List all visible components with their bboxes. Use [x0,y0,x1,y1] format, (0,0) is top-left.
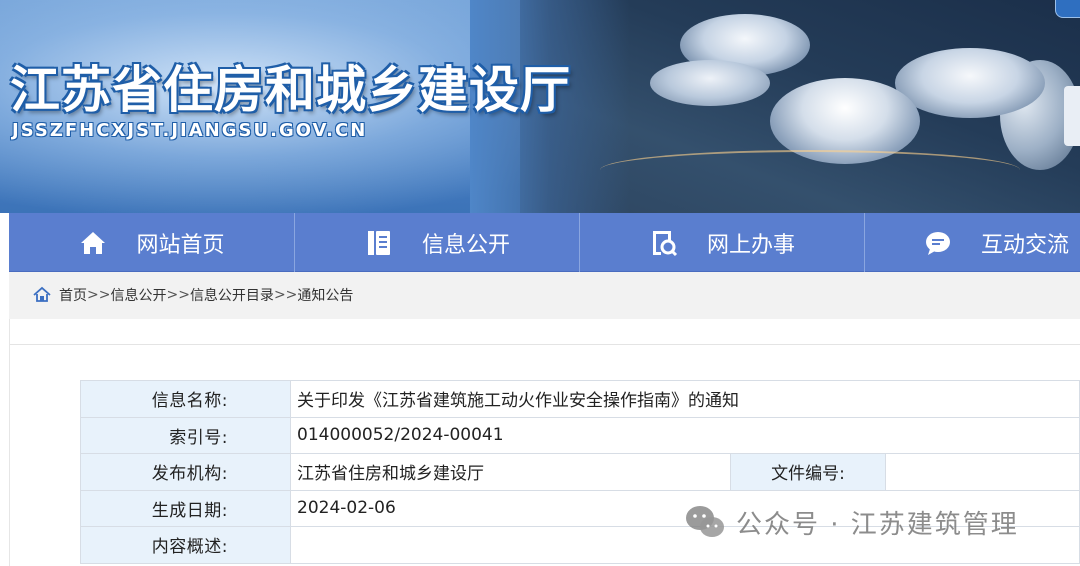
info-name-label: 信息名称: [80,380,291,418]
breadcrumb-separator: >> [166,287,190,303]
index-value: 014000052/2024-00041 [290,416,1080,454]
divider [9,344,1080,345]
nav-item-home[interactable]: 网站首页 [9,213,294,272]
breadcrumb-separator: >> [87,287,111,303]
info-name-value: 关于印发《江苏省建筑施工动火作业安全操作指南》的通知 [290,380,1080,418]
table-row: 信息名称: 关于印发《江苏省建筑施工动火作业安全操作指南》的通知 [80,380,1080,418]
breadcrumb-separator: >> [273,287,298,303]
breadcrumb-bar: 首页 >> 信息公开 >> 信息公开目录 >> 通知公告 [9,272,1080,319]
doc-number-label: 文件编号: [730,453,886,491]
summary-label: 内容概述: [80,526,291,564]
search-document-icon [652,230,678,256]
nav-item-online-service[interactable]: 网上办事 [579,213,864,272]
breadcrumb-notice[interactable]: 通知公告 [297,285,353,305]
side-tab[interactable] [1064,86,1080,146]
nav-item-info-public[interactable]: 信息公开 [294,213,579,272]
document-icon [367,230,390,255]
doc-number-value [885,453,1080,491]
breadcrumb: 首页 >> 信息公开 >> 信息公开目录 >> 通知公告 [33,285,353,305]
site-title: 江苏省住房和城乡建设厅 [10,61,571,119]
watermark-text: 公众号 · 江苏建筑管理 [736,509,1019,540]
date-label: 生成日期: [80,489,291,527]
nav-item-label: 网上办事 [706,232,795,258]
breadcrumb-home[interactable]: 首页 [59,285,87,305]
banner-road-lights [600,150,1020,190]
home-icon [33,286,51,302]
index-label: 索引号: [80,416,291,454]
nav-item-label: 互动交流 [981,232,1070,258]
publisher-value: 江苏省住房和城乡建设厅 [290,453,731,491]
wechat-watermark: 公众号 · 江苏建筑管理 [684,503,1019,541]
nav-item-label: 信息公开 [421,232,510,258]
table-row: 发布机构: 江苏省住房和城乡建设厅 文件编号: [80,453,1080,491]
main-nav: 网站首页 信息公开 网上办事 互动交流 [9,213,1080,272]
stadium-dome [895,48,1045,118]
site-domain: JSSZFHCXJST.JIANGSU.GOV.CN [12,120,368,141]
breadcrumb-info-public[interactable]: 信息公开 [110,285,166,305]
publisher-label: 发布机构: [80,453,291,491]
divider [9,319,10,566]
nav-item-label: 网站首页 [136,232,225,258]
breadcrumb-info-catalog[interactable]: 信息公开目录 [190,285,274,305]
nav-item-interaction[interactable]: 互动交流 [864,213,1080,272]
site-banner: 江苏省住房和城乡建设厅 JSSZFHCXJST.JIANGSU.GOV.CN [0,0,1080,213]
table-row: 索引号: 014000052/2024-00041 [80,416,1080,454]
top-right-button[interactable] [1055,0,1080,18]
wechat-icon [686,506,724,537]
stadium-dome [650,60,770,106]
home-icon [81,231,106,254]
chat-icon [926,231,950,255]
